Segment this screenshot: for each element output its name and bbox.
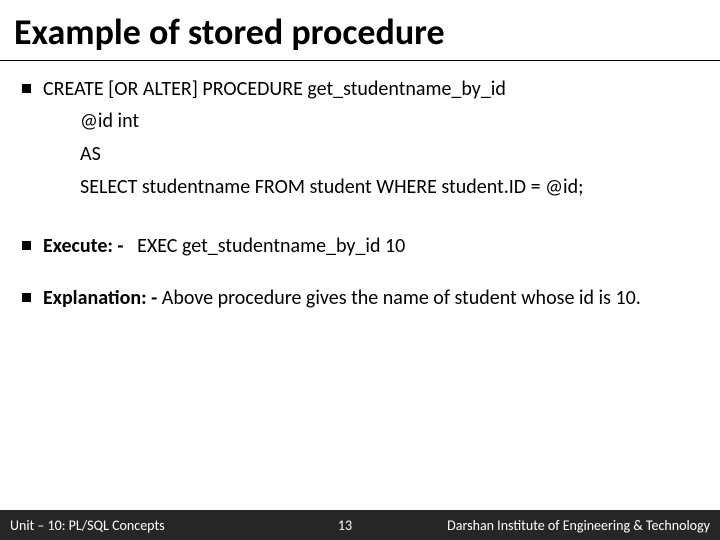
- footer-unit: Unit – 10: PL/SQL Concepts: [0, 517, 165, 534]
- square-bullet-icon: [22, 293, 31, 302]
- square-bullet-icon: [22, 241, 31, 250]
- footer-institute: Darshan Institute of Engineering & Techn…: [447, 517, 720, 534]
- slide-title: Example of stored procedure: [0, 0, 720, 61]
- explanation-label: Explanation: -: [43, 286, 157, 310]
- code-line: @id int: [80, 107, 698, 136]
- bullet-text: Execute: - EXEC get_studentname_by_id 10: [43, 232, 698, 260]
- code-line: AS: [80, 140, 698, 169]
- bullet-item: Explanation: - Above procedure gives the…: [22, 284, 698, 312]
- bullet-item: CREATE [OR ALTER] PROCEDURE get_studentn…: [22, 75, 698, 103]
- slide-content: CREATE [OR ALTER] PROCEDURE get_studentn…: [0, 75, 720, 312]
- bullet-item: Execute: - EXEC get_studentname_by_id 10: [22, 232, 698, 260]
- bullet-text: Explanation: - Above procedure gives the…: [43, 284, 698, 312]
- explanation-text: Above procedure gives the name of studen…: [157, 286, 641, 310]
- execute-label: Execute: -: [43, 234, 124, 258]
- slide-footer: Unit – 10: PL/SQL Concepts Darshan Insti…: [0, 510, 720, 540]
- square-bullet-icon: [22, 84, 31, 93]
- bullet-text: CREATE [OR ALTER] PROCEDURE get_studentn…: [43, 75, 698, 103]
- code-line: SELECT studentname FROM student WHERE st…: [80, 173, 698, 202]
- execute-command: EXEC get_studentname_by_id 10: [124, 234, 406, 258]
